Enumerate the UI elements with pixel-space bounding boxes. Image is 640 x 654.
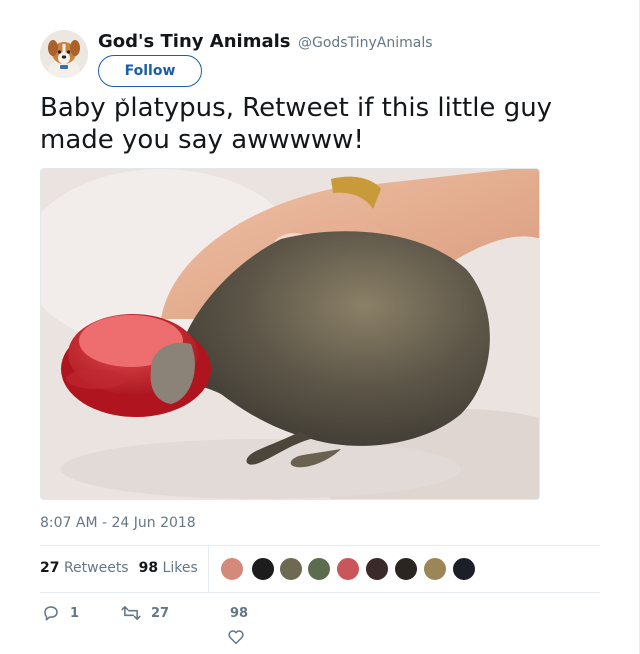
like-button[interactable] xyxy=(227,628,245,646)
author-display-name[interactable]: God's Tiny Animals xyxy=(98,31,290,52)
author-handle[interactable]: @GodsTinyAnimals xyxy=(298,35,433,51)
tweet-photo[interactable] xyxy=(40,168,540,500)
follow-button[interactable]: Follow xyxy=(98,55,202,87)
tweet-text-body: Baby platypus, Retweet if this little gu… xyxy=(40,93,553,155)
platypus-photo-image xyxy=(41,169,539,499)
like-count: 98 xyxy=(230,606,249,621)
retweet-icon xyxy=(121,606,141,620)
reply-button[interactable]: 1 xyxy=(42,604,79,622)
reply-count: 1 xyxy=(70,605,80,621)
retweets-count: 27 xyxy=(40,560,60,576)
reply-icon xyxy=(44,606,58,621)
liker-avatar[interactable] xyxy=(279,557,303,581)
retweet-button[interactable]: 27 xyxy=(121,604,169,622)
liker-avatar[interactable] xyxy=(220,557,244,581)
divider-bottom xyxy=(40,592,600,593)
liker-avatar[interactable] xyxy=(452,557,476,581)
likes-label: Likes xyxy=(162,560,198,576)
tweet-timestamp[interactable]: 8:07 AM - 24 Jun 2018 xyxy=(40,515,196,531)
like-count-top: 98 xyxy=(230,606,248,621)
divider-top xyxy=(40,545,600,546)
puppy-avatar-icon xyxy=(40,30,88,78)
retweets-stat[interactable]: 27 Retweets xyxy=(40,560,129,576)
tweet-text: ˇ Baby platypus, Retweet if this little … xyxy=(40,92,610,156)
retweets-label: Retweets xyxy=(63,560,129,576)
liker-avatar[interactable] xyxy=(336,557,360,581)
caret-mark: ˇ xyxy=(120,98,127,114)
retweet-count: 27 xyxy=(151,605,170,621)
liker-avatar[interactable] xyxy=(423,557,447,581)
engagement-stats: 27 Retweets 98 Likes xyxy=(40,560,198,576)
tweet-card: God's Tiny Animals @GodsTinyAnimals Foll… xyxy=(0,0,640,654)
liker-avatar[interactable] xyxy=(365,557,389,581)
liker-avatar[interactable] xyxy=(394,557,418,581)
author-avatar[interactable] xyxy=(40,30,88,78)
heart-icon xyxy=(228,630,244,645)
likes-count: 98 xyxy=(138,560,159,576)
likes-stat[interactable]: 98 Likes xyxy=(139,560,198,576)
liker-avatar[interactable] xyxy=(251,557,275,581)
liker-avatar[interactable] xyxy=(307,557,331,581)
stats-separator xyxy=(208,546,209,592)
